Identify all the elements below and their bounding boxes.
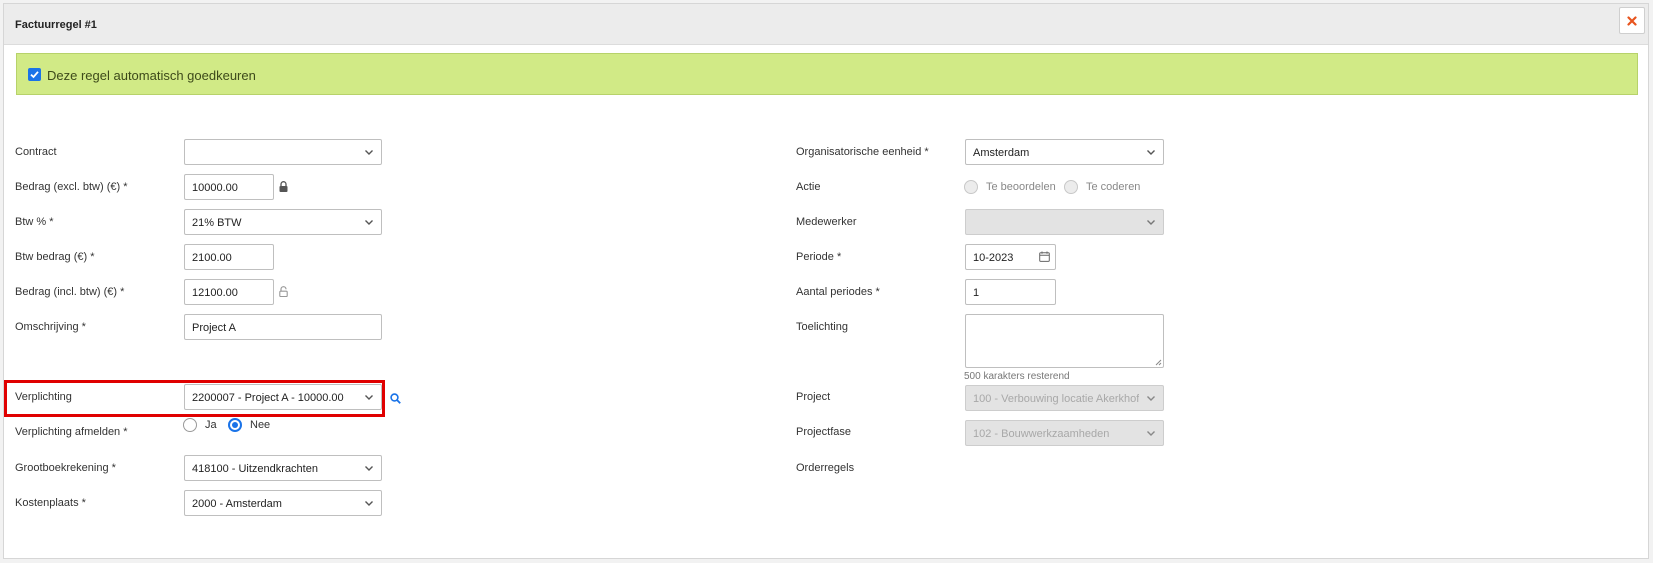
resize-grip-icon[interactable] <box>1154 358 1162 366</box>
project-select[interactable]: 100 - Verbouwing locatie Akerkhof <box>965 385 1164 411</box>
lock-closed-icon[interactable] <box>279 181 288 192</box>
medewerker-label: Medewerker <box>796 216 857 228</box>
calendar-icon[interactable] <box>1039 251 1050 262</box>
btw-bedrag-label: Btw bedrag (€) * <box>15 251 95 263</box>
checkmark-icon <box>30 71 39 79</box>
bedrag-excl-input[interactable]: 10000.00 <box>184 174 274 200</box>
btw-pct-select[interactable]: 21% BTW <box>184 209 382 235</box>
projectfase-select[interactable]: 102 - Bouwwerkzaamheden <box>965 420 1164 446</box>
toelichting-textarea[interactable] <box>965 314 1164 368</box>
chevron-down-icon <box>1147 220 1155 225</box>
contract-select[interactable] <box>184 139 382 165</box>
periode-label: Periode * <box>796 251 842 263</box>
aantal-periodes-label: Aantal periodes * <box>796 286 880 298</box>
radio-te-coderen[interactable] <box>1064 180 1078 194</box>
medewerker-select[interactable] <box>965 209 1164 235</box>
chevron-down-icon <box>1147 431 1155 436</box>
chevron-down-icon <box>1147 396 1155 401</box>
close-icon <box>1627 15 1637 26</box>
verplichting-highlight <box>4 380 385 417</box>
grootboek-select[interactable]: 418100 - Uitzendkrachten <box>184 455 382 481</box>
actie-label: Actie <box>796 181 821 193</box>
radio-nee[interactable] <box>228 418 242 432</box>
chevron-down-icon <box>365 501 373 506</box>
toelichting-label: Toelichting <box>796 321 848 333</box>
auto-approve-label: Deze regel automatisch goedkeuren <box>47 68 256 83</box>
radio-ja-label: Ja <box>205 419 217 431</box>
toelichting-helper: 500 karakters resterend <box>964 371 1070 382</box>
radio-nee-label: Nee <box>250 419 271 431</box>
periode-input[interactable]: 10-2023 <box>965 244 1056 270</box>
chevron-down-icon <box>365 220 373 225</box>
radio-te-coderen-label: Te coderen <box>1086 181 1141 193</box>
radio-te-beoordelen[interactable] <box>964 180 978 194</box>
bedrag-incl-input[interactable]: 12100.00 <box>184 279 274 305</box>
kostenplaats-select[interactable]: 2000 - Amsterdam <box>184 490 382 516</box>
bedrag-incl-label: Bedrag (incl. btw) (€) * <box>15 286 125 298</box>
org-eenheid-select[interactable]: Amsterdam <box>965 139 1164 165</box>
contract-label: Contract <box>15 146 57 158</box>
omschrijving-input[interactable]: Project A <box>184 314 382 340</box>
radio-ja[interactable] <box>183 418 197 432</box>
project-label: Project <box>796 391 831 403</box>
projectfase-label: Projectfase <box>796 426 852 438</box>
omschrijving-label: Omschrijving * <box>15 321 86 333</box>
auto-approve-alert: Deze regel automatisch goedkeuren <box>16 53 1638 95</box>
aantal-periodes-input[interactable]: 1 <box>965 279 1056 305</box>
lock-open-icon[interactable] <box>279 286 288 297</box>
btw-pct-label: Btw % * <box>15 216 54 228</box>
verplichting-afmelden-label: Verplichting afmelden * <box>15 426 128 438</box>
modal-header: Factuurregel #1 <box>4 4 1648 45</box>
org-eenheid-label: Organisatorische eenheid * <box>796 146 929 158</box>
chevron-down-icon <box>365 466 373 471</box>
btw-bedrag-input[interactable]: 2100.00 <box>184 244 274 270</box>
kostenplaats-label: Kostenplaats * <box>15 497 86 509</box>
bedrag-excl-label: Bedrag (excl. btw) (€) * <box>15 181 128 193</box>
chevron-down-icon <box>1147 150 1155 155</box>
grootboek-label: Grootboekrekening * <box>15 462 116 474</box>
orderregels-label: Orderregels <box>796 462 855 474</box>
search-icon[interactable] <box>390 393 401 404</box>
radio-te-beoordelen-label: Te beoordelen <box>986 181 1056 193</box>
close-button[interactable] <box>1619 7 1645 34</box>
chevron-down-icon <box>365 150 373 155</box>
modal-title: Factuurregel #1 <box>15 19 97 31</box>
auto-approve-checkbox[interactable] <box>28 68 41 81</box>
